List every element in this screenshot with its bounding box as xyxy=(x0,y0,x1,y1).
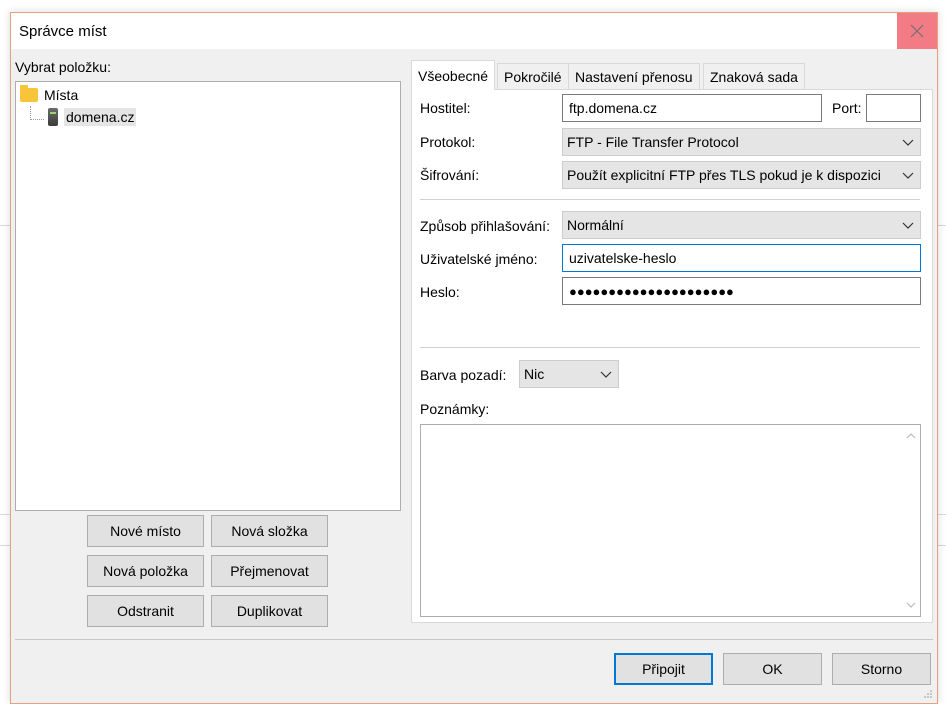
chevron-down-icon xyxy=(902,172,914,179)
host-input[interactable]: ftp.domena.cz xyxy=(562,94,822,122)
button-label: Storno xyxy=(860,661,903,677)
separator xyxy=(420,199,920,200)
tree-item-sites[interactable]: Místa xyxy=(20,84,78,106)
password-input[interactable]: ●●●●●●●●●●●●●●●●●●●●● xyxy=(562,277,921,305)
notes-label: Poznámky: xyxy=(420,401,490,417)
ok-button[interactable]: OK xyxy=(723,653,822,685)
button-label: Nové místo xyxy=(110,523,181,539)
username-label: Uživatelské jméno: xyxy=(420,251,538,267)
button-label: Nová složka xyxy=(231,523,308,539)
tab-label: Pokročilé xyxy=(504,68,562,85)
new-site-button[interactable]: Nové místo xyxy=(87,515,204,547)
button-label: OK xyxy=(762,661,783,677)
background-color-label: Barva pozadí: xyxy=(420,367,507,383)
resize-grip-icon[interactable] xyxy=(923,689,933,699)
chevron-down-icon xyxy=(902,222,914,229)
button-label: Připojit xyxy=(642,661,685,677)
footer-separator xyxy=(15,639,933,640)
logon-type-label: Způsob přihlašování: xyxy=(420,218,550,234)
tree-item-label: Místa xyxy=(44,87,79,103)
folder-icon xyxy=(20,85,38,102)
port-label: Port: xyxy=(832,100,862,116)
scroll-up-icon[interactable] xyxy=(905,431,917,441)
select-value: Normální xyxy=(567,217,624,233)
protocol-select[interactable]: FTP - File Transfer Protocol xyxy=(562,128,921,156)
delete-button[interactable]: Odstranit xyxy=(87,595,204,627)
port-input[interactable] xyxy=(866,94,921,122)
button-label: Nová položka xyxy=(103,563,188,579)
chevron-down-icon xyxy=(600,371,612,378)
select-value: Použít explicitní FTP přes TLS pokud je … xyxy=(567,167,881,183)
cancel-button[interactable]: Storno xyxy=(832,653,931,685)
window-title: Správce míst xyxy=(19,23,107,40)
scroll-down-icon[interactable] xyxy=(905,600,917,610)
general-tab-panel: Hostitel: ftp.domena.cz Port: Protokol: … xyxy=(411,89,933,623)
tab-label: Všeobecné xyxy=(418,67,489,84)
rename-button[interactable]: Přejmenovat xyxy=(211,555,328,587)
separator xyxy=(420,347,920,348)
duplicate-button[interactable]: Duplikovat xyxy=(211,595,328,627)
button-label: Přejmenovat xyxy=(230,563,309,579)
tab-charset[interactable]: Znaková sada xyxy=(703,63,805,89)
tab-transfer-settings[interactable]: Nastavení přenosu xyxy=(568,63,700,89)
tree-item-domena[interactable]: domena.cz xyxy=(48,106,137,128)
server-icon xyxy=(48,108,58,126)
tab-general[interactable]: Všeobecné xyxy=(411,60,496,90)
titlebar: Správce míst xyxy=(11,13,937,49)
site-tree[interactable]: Místa domena.cz xyxy=(15,81,401,511)
tab-label: Nastavení přenosu xyxy=(575,68,693,85)
select-value: FTP - File Transfer Protocol xyxy=(567,134,739,150)
tab-advanced[interactable]: Pokročilé xyxy=(497,63,569,89)
connect-button[interactable]: Připojit xyxy=(614,653,713,685)
encryption-select[interactable]: Použít explicitní FTP přes TLS pokud je … xyxy=(562,161,921,189)
notes-textarea[interactable] xyxy=(420,424,921,617)
close-button[interactable] xyxy=(897,13,937,49)
tree-item-label: domena.cz xyxy=(64,108,137,126)
select-value: Nic xyxy=(524,366,545,382)
host-label: Hostitel: xyxy=(420,100,471,116)
tab-label: Znaková sada xyxy=(710,68,798,85)
new-folder-button[interactable]: Nová složka xyxy=(211,515,328,547)
background-color-select[interactable]: Nic xyxy=(519,360,619,388)
site-manager-dialog: Správce míst Vybrat položku: Místa domen… xyxy=(10,12,938,704)
new-item-button[interactable]: Nová položka xyxy=(87,555,204,587)
protocol-label: Protokol: xyxy=(420,134,476,150)
button-label: Duplikovat xyxy=(236,603,303,619)
logon-type-select[interactable]: Normální xyxy=(562,211,921,239)
select-entry-label: Vybrat položku: xyxy=(15,59,111,75)
encryption-label: Šifrování: xyxy=(420,167,480,183)
close-icon xyxy=(910,24,924,38)
button-label: Odstranit xyxy=(117,603,174,619)
chevron-down-icon xyxy=(902,139,914,146)
username-input[interactable]: uzivatelske-heslo xyxy=(562,244,921,272)
password-label: Heslo: xyxy=(420,284,460,300)
tree-connector xyxy=(30,106,44,120)
